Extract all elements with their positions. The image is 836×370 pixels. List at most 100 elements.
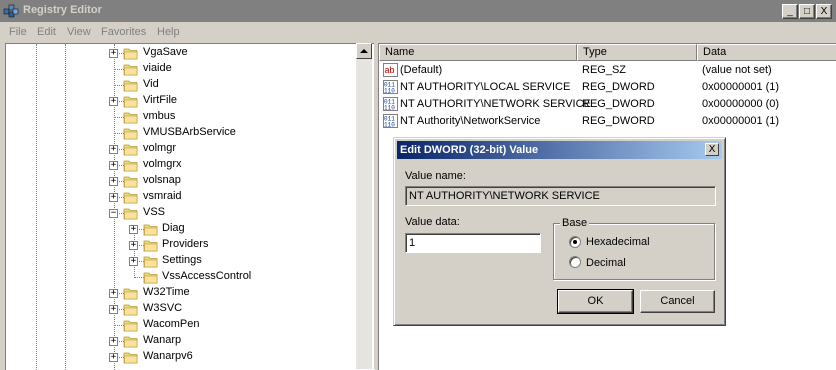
- value-type: REG_DWORD: [582, 115, 655, 127]
- column-header-name[interactable]: Name: [379, 44, 577, 61]
- registry-key-tree[interactable]: + VgaSave viaide Vid + VirtFile vmbus VMUSBArbS…: [5, 43, 375, 370]
- expand-icon[interactable]: +: [109, 193, 118, 202]
- expand-icon[interactable]: +: [109, 49, 118, 58]
- tree-item[interactable]: VssAccessControl: [6, 269, 356, 285]
- tree-item[interactable]: + W32Time: [6, 285, 356, 301]
- menu-favorites[interactable]: Favorites: [101, 26, 146, 38]
- tree-item[interactable]: + Providers: [6, 237, 356, 253]
- value-data-input[interactable]: 1: [405, 233, 541, 253]
- tree-item[interactable]: + Wanarpv6: [6, 349, 356, 365]
- tree-item[interactable]: WacomPen: [6, 317, 356, 333]
- maximize-button[interactable]: □: [799, 4, 815, 19]
- expand-icon[interactable]: +: [109, 289, 118, 298]
- column-header-data[interactable]: Data: [697, 44, 836, 61]
- cancel-button[interactable]: Cancel: [640, 290, 715, 313]
- tree-item[interactable]: VMUSBArbService: [6, 125, 356, 141]
- tree-item-label[interactable]: W3SVC: [143, 302, 182, 314]
- tree-item-label[interactable]: VgaSave: [143, 46, 188, 58]
- tree-item-label[interactable]: volmgr: [143, 142, 176, 154]
- expand-icon[interactable]: +: [109, 161, 118, 170]
- folder-icon: [143, 238, 159, 252]
- dialog-title-bar[interactable]: Edit DWORD (32-bit) Value X: [397, 141, 722, 159]
- edit-dword-dialog[interactable]: Edit DWORD (32-bit) Value X Value name: …: [393, 137, 726, 326]
- value-name-field[interactable]: NT AUTHORITY\NETWORK SERVICE: [405, 186, 716, 206]
- close-button[interactable]: X: [816, 4, 832, 19]
- title-bar[interactable]: Registry Editor _ □ X: [0, 0, 836, 22]
- value-row[interactable]: 011 110 NT AUTHORITY\NETWORK SERVICE REG_DW…: [379, 96, 836, 113]
- tree-item[interactable]: viaide: [6, 61, 356, 77]
- tree-item-label[interactable]: VssAccessControl: [162, 270, 251, 282]
- expand-icon[interactable]: +: [109, 337, 118, 346]
- tree-item-label[interactable]: VMUSBArbService: [143, 126, 236, 138]
- tree-item[interactable]: + W3SVC: [6, 301, 356, 317]
- expand-icon[interactable]: +: [129, 257, 138, 266]
- tree-item[interactable]: + Settings: [6, 253, 356, 269]
- expand-icon[interactable]: +: [109, 97, 118, 106]
- scroll-up-button[interactable]: [356, 43, 372, 59]
- decimal-radio[interactable]: [569, 256, 581, 268]
- close-icon: X: [708, 144, 716, 155]
- dialog-title: Edit DWORD (32-bit) Value: [400, 144, 539, 156]
- window-title: Registry Editor: [23, 4, 102, 16]
- tree-item-label[interactable]: vsmraid: [143, 190, 182, 202]
- tree-scrollbar[interactable]: [356, 43, 372, 369]
- tree-item-label[interactable]: volsnap: [143, 174, 181, 186]
- ok-button[interactable]: OK: [557, 289, 634, 314]
- tree-item-label[interactable]: VSS: [143, 206, 165, 218]
- tree-item[interactable]: + volmgr: [6, 141, 356, 157]
- dialog-close-button[interactable]: X: [705, 143, 719, 156]
- tree-item-label[interactable]: volmgrx: [143, 158, 182, 170]
- hexadecimal-radio[interactable]: [569, 236, 581, 248]
- tree-item-label[interactable]: viaide: [143, 62, 172, 74]
- tree-item[interactable]: Vid: [6, 77, 356, 93]
- tree-item[interactable]: + volmgrx: [6, 157, 356, 173]
- tree-item-label[interactable]: W32Time: [143, 286, 190, 298]
- tree-item-label[interactable]: VirtFile: [143, 94, 177, 106]
- value-type: REG_SZ: [582, 64, 627, 76]
- tree-item[interactable]: + VgaSave: [6, 45, 356, 61]
- tree-item[interactable]: − VSS: [6, 205, 356, 221]
- menu-view[interactable]: View: [67, 26, 91, 38]
- expand-icon[interactable]: +: [129, 241, 138, 250]
- minimize-button[interactable]: _: [782, 4, 798, 19]
- folder-icon: [123, 46, 139, 60]
- tree-item-label[interactable]: WacomPen: [143, 318, 199, 330]
- folder-icon: [123, 78, 139, 92]
- collapse-icon[interactable]: −: [109, 209, 118, 218]
- hexadecimal-label[interactable]: Hexadecimal: [586, 236, 650, 248]
- tree-item-label[interactable]: Settings: [162, 254, 202, 266]
- tree-item-label[interactable]: vmbus: [143, 110, 175, 122]
- folder-icon: [143, 270, 159, 284]
- folder-icon: [123, 302, 139, 316]
- folder-icon: [143, 254, 159, 268]
- binary-value-icon: 011 110: [383, 97, 398, 112]
- value-row[interactable]: 011 110 NT Authority\NetworkService REG_DWO…: [379, 113, 836, 130]
- tree-item-label[interactable]: Wanarp: [143, 334, 181, 346]
- expand-icon[interactable]: +: [109, 353, 118, 362]
- tree-item-label[interactable]: Diag: [162, 222, 185, 234]
- tree-item-label[interactable]: Wanarpv6: [143, 350, 193, 362]
- tree-item[interactable]: + Diag: [6, 221, 356, 237]
- folder-icon: [123, 190, 139, 204]
- expand-icon[interactable]: +: [109, 177, 118, 186]
- expand-icon[interactable]: +: [129, 225, 138, 234]
- expand-icon[interactable]: +: [109, 145, 118, 154]
- tree-item-label[interactable]: Providers: [162, 238, 208, 250]
- tree-item[interactable]: + vsmraid: [6, 189, 356, 205]
- tree-item-label[interactable]: Vid: [143, 78, 159, 90]
- menu-edit[interactable]: Edit: [37, 26, 56, 38]
- expand-icon[interactable]: +: [109, 305, 118, 314]
- tree-item[interactable]: vmbus: [6, 109, 356, 125]
- tree-item[interactable]: + VirtFile: [6, 93, 356, 109]
- value-row[interactable]: 011 110 NT AUTHORITY\LOCAL SERVICE REG_DWOR…: [379, 79, 836, 96]
- menu-file[interactable]: File: [9, 26, 27, 38]
- binary-value-icon: 011 110: [383, 80, 398, 95]
- value-row[interactable]: ab (Default) REG_SZ (value not set): [379, 62, 836, 79]
- column-header-type[interactable]: Type: [577, 44, 697, 61]
- decimal-label[interactable]: Decimal: [586, 257, 626, 269]
- menu-help[interactable]: Help: [157, 26, 180, 38]
- tree-item[interactable]: + Wanarp: [6, 333, 356, 349]
- folder-icon: [123, 126, 139, 140]
- tree-item[interactable]: + volsnap: [6, 173, 356, 189]
- maximize-icon: □: [803, 5, 811, 17]
